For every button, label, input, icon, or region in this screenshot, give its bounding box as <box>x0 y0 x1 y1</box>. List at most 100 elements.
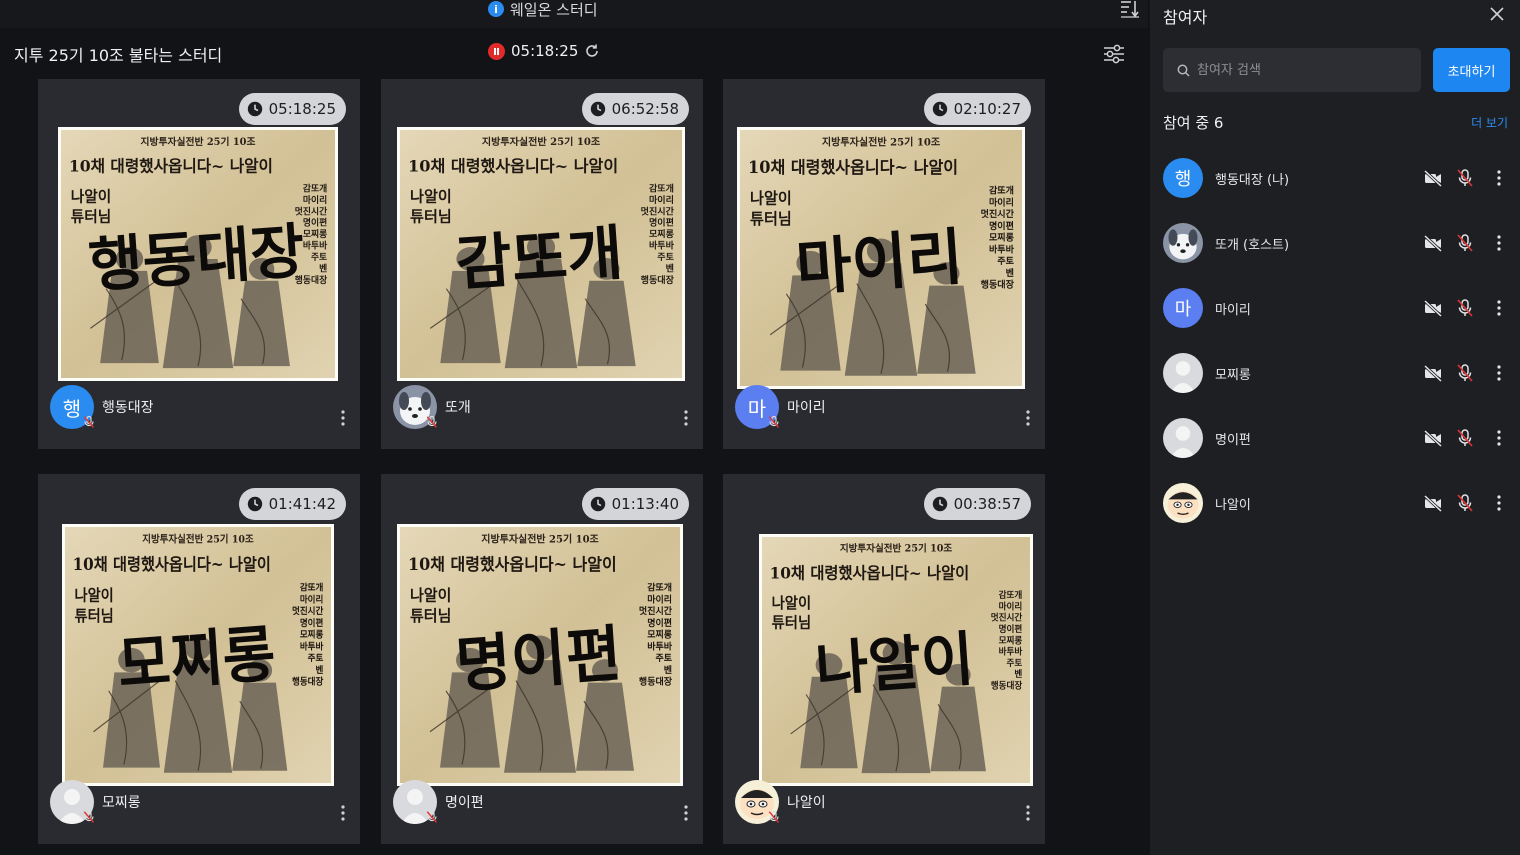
clock-icon <box>932 101 947 117</box>
mic-off-icon <box>83 415 95 429</box>
participant-card-1[interactable]: 05:18:25 지방투자실전반 25기 10조 10채 대령했사옵니다~ 나알… <box>38 79 360 449</box>
participant-card-5[interactable]: 01:13:40 지방투자실전반 25기 10조 10채 대령했사옵니다~ 나알… <box>381 474 703 844</box>
svg-text:튜터님: 튜터님 <box>75 608 114 626</box>
poster-roster-name: 주토 <box>308 653 324 664</box>
participant-row-1[interactable]: 행 행동대장 (나) <box>1163 155 1513 201</box>
more-options-icon[interactable] <box>1496 494 1502 512</box>
more-options-icon[interactable] <box>340 409 346 427</box>
svg-text:튜터님: 튜터님 <box>750 210 792 228</box>
study-poster-image: 지방투자실전반 25기 10조 10채 대령했사옵니다~ 나알이 나알이 튜터님… <box>397 127 685 381</box>
svg-text:나알이: 나알이 <box>71 188 111 205</box>
more-options-icon[interactable] <box>1496 364 1502 382</box>
more-options-icon[interactable] <box>1496 169 1502 187</box>
poster-roster-name: 행동대장 <box>641 274 675 286</box>
avatar: 행 <box>1163 158 1203 198</box>
svg-text:튜터님: 튜터님 <box>71 208 111 225</box>
poster-roster-name: 멋진시간 <box>991 612 1023 624</box>
participant-row-4[interactable]: 모찌롱 <box>1163 350 1513 396</box>
more-options-icon[interactable] <box>1496 299 1502 317</box>
more-options-icon[interactable] <box>683 409 689 427</box>
camera-off-icon[interactable] <box>1423 298 1443 318</box>
poster-roster-name: 모찌롱 <box>999 634 1023 646</box>
pause-record-icon[interactable] <box>488 42 505 60</box>
avatar <box>1163 353 1203 393</box>
participant-card-2[interactable]: 06:52:58 지방투자실전반 25기 10조 10채 대령했사옵니다~ 나알… <box>381 79 703 449</box>
svg-text:지방투자실전반 25기 10조: 지방투자실전반 25기 10조 <box>481 532 599 545</box>
avatar <box>50 780 95 824</box>
participant-row-6[interactable]: 나알이 <box>1163 480 1513 526</box>
camera-off-icon[interactable] <box>1423 493 1443 513</box>
poster-roster-name: 주토 <box>311 252 327 263</box>
participants-panel: 참여자 초대하기 참여 중 6 더 보기 행 행동대장 (나) <box>1150 0 1520 855</box>
mic-off-icon[interactable] <box>1455 168 1475 188</box>
avatar <box>1163 483 1203 523</box>
study-name: 지투 25기 10조 불타는 스터디 <box>14 46 223 65</box>
more-options-icon[interactable] <box>1496 234 1502 252</box>
mic-off-icon[interactable] <box>1455 493 1475 513</box>
poster-roster-name: 감또개 <box>999 589 1023 601</box>
participant-count: 참여 중 6 <box>1163 113 1224 132</box>
default-avatar-icon <box>1163 418 1203 458</box>
more-options-icon[interactable] <box>683 804 689 822</box>
mic-off-icon[interactable] <box>1455 233 1475 253</box>
svg-text:지방투자실전반 25기 10조: 지방투자실전반 25기 10조 <box>822 135 941 148</box>
more-options-icon[interactable] <box>1025 409 1031 427</box>
time-badge: 05:18:25 <box>238 93 346 125</box>
poster-roster-name: 모찌롱 <box>989 232 1015 244</box>
invite-button[interactable]: 초대하기 <box>1433 48 1510 92</box>
participant-card-3[interactable]: 02:10:27 지방투자실전반 25기 10조 10채 대령했사옵니다~ 나알… <box>723 79 1045 449</box>
camera-off-icon[interactable] <box>1423 363 1443 383</box>
search-icon <box>1177 64 1190 77</box>
study-timer-value: 05:18:25 <box>511 42 579 60</box>
svg-text:튜터님: 튜터님 <box>772 614 812 631</box>
more-options-icon[interactable] <box>340 804 346 822</box>
svg-text:지방투자실전반 25기 10조: 지방투자실전반 25기 10조 <box>141 135 256 148</box>
poster-roster-name: 바투바 <box>989 243 1015 255</box>
panel-title: 참여자 <box>1163 8 1208 27</box>
camera-off-icon[interactable] <box>1423 233 1443 253</box>
participant-name: 명이편 <box>1215 432 1251 448</box>
close-icon[interactable] <box>1489 6 1505 22</box>
participant-row-5[interactable]: 명이편 <box>1163 415 1513 461</box>
svg-text:10채 대령했사옵니다~ 나알이: 10채 대령했사옵니다~ 나알이 <box>408 157 618 176</box>
time-badge-value: 05:18:25 <box>268 100 336 118</box>
poster-roster-name: 마이리 <box>300 593 324 605</box>
participant-name: 마이리 <box>1215 302 1251 318</box>
participant-card-6[interactable]: 00:38:57 지방투자실전반 25기 10조 10채 대령했사옵니다~ 나알… <box>723 474 1045 844</box>
study-poster-image: 지방투자실전반 25기 10조 10채 대령했사옵니다~ 나알이 나알이 튜터님… <box>397 524 683 786</box>
video-grid-area: i 웨일온 스터디 지투 25기 10조 불타는 스터디 05:18:25 05… <box>0 0 1148 855</box>
mic-off-icon <box>768 810 780 824</box>
camera-off-icon[interactable] <box>1423 428 1443 448</box>
svg-text:나알이: 나알이 <box>410 587 451 605</box>
mic-off-icon <box>768 415 780 429</box>
refresh-icon[interactable] <box>584 43 600 59</box>
poster-roster-name: 명이편 <box>300 616 324 628</box>
more-options-icon[interactable] <box>1496 429 1502 447</box>
poster-roster-name: 멋진시간 <box>292 605 324 617</box>
participant-card-4[interactable]: 01:41:42 지방투자실전반 25기 10조 10채 대령했사옵니다~ 나알… <box>38 474 360 844</box>
info-icon[interactable]: i <box>488 1 504 17</box>
participant-row-2[interactable]: 또개 (호스트) <box>1163 220 1513 266</box>
settings-sliders-icon[interactable] <box>1103 44 1125 64</box>
study-timer: 05:18:25 <box>488 42 600 60</box>
more-link[interactable]: 더 보기 <box>1471 114 1508 131</box>
mic-off-icon[interactable] <box>1455 363 1475 383</box>
participant-search[interactable] <box>1163 48 1421 92</box>
svg-text:10채 대령했사옵니다~ 나알이: 10채 대령했사옵니다~ 나알이 <box>408 555 617 574</box>
svg-text:나알이: 나알이 <box>75 587 114 605</box>
mic-off-icon[interactable] <box>1455 298 1475 318</box>
poster-roster-name: 행동대장 <box>639 676 673 688</box>
poster-roster-name: 벤 <box>1006 267 1014 279</box>
sort-icon[interactable] <box>1120 0 1140 18</box>
mic-off-icon[interactable] <box>1455 428 1475 448</box>
poster-roster-name: 주토 <box>1007 658 1023 669</box>
participant-name: 마이리 <box>787 400 826 416</box>
camera-off-icon[interactable] <box>1423 168 1443 188</box>
svg-text:지방투자실전반 25기 10조: 지방투자실전반 25기 10조 <box>482 135 600 148</box>
more-options-icon[interactable] <box>1025 804 1031 822</box>
time-badge-value: 01:41:42 <box>268 495 336 513</box>
search-input[interactable] <box>1197 62 1407 78</box>
participant-row-3[interactable]: 마 마이리 <box>1163 285 1513 331</box>
time-badge: 02:10:27 <box>923 93 1031 125</box>
poster-roster-name: 감또개 <box>647 581 672 593</box>
